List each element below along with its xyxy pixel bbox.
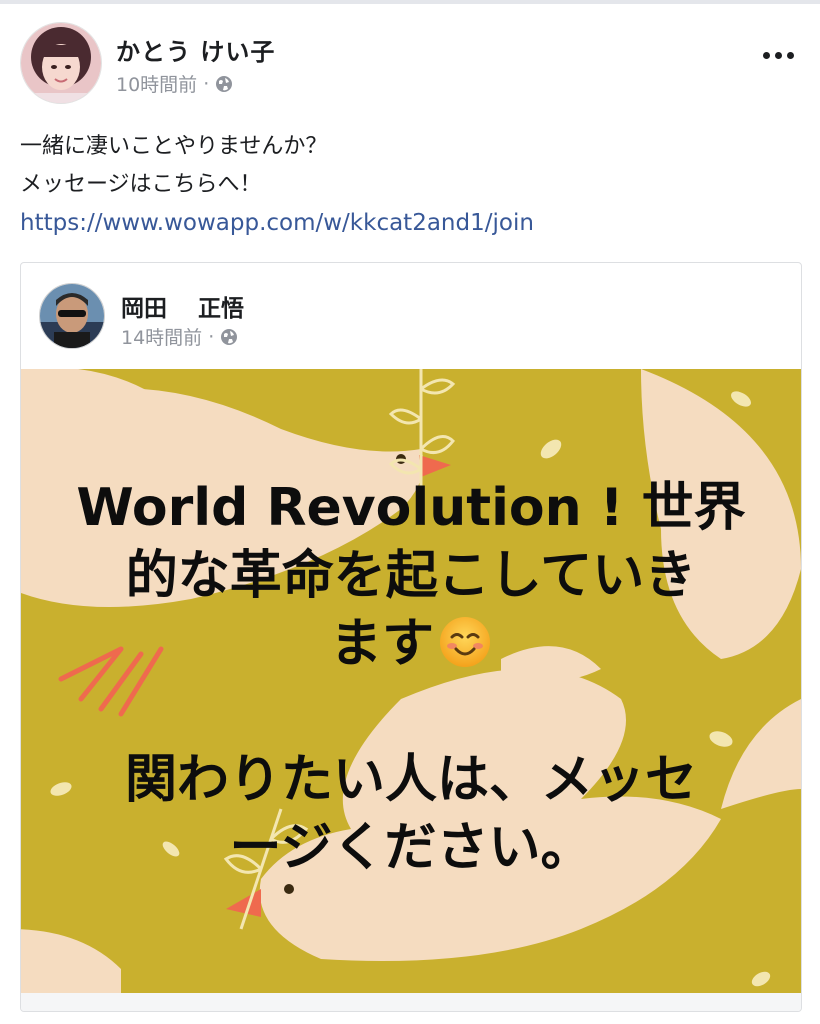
shared-post-image[interactable]: World Revolution ! 世界 的な革命を起こしていき ます 関わり… — [21, 369, 801, 993]
shared-author-name[interactable]: 岡田 正悟 — [121, 289, 244, 323]
post-text-line: 一緒に凄いことやりませんか？ — [20, 134, 328, 159]
post-meta: 10時間前 · — [116, 70, 233, 97]
shared-post-time[interactable]: 14時間前 — [121, 323, 202, 350]
post-text: 一緒に凄いことやりませんか？ メッセージはこちらへ！ — [20, 128, 327, 204]
image-text-line: 的な革命を起こしていき — [125, 546, 697, 606]
image-text-line: 関わりたい人は、メッセ — [124, 750, 697, 810]
post-time[interactable]: 10時間前 — [116, 70, 197, 97]
image-text-line: ージください。 — [229, 818, 593, 878]
shared-author-avatar[interactable] — [39, 283, 105, 349]
image-text-line: World Revolution ! 世界 — [76, 478, 746, 538]
smiling-face-emoji-icon — [440, 617, 490, 667]
author-avatar[interactable] — [20, 22, 102, 104]
author-name[interactable]: かとう けい子 — [116, 32, 275, 67]
globe-icon — [216, 75, 233, 92]
post-link[interactable]: https://www.wowapp.com/w/kkcat2and1/join — [20, 210, 534, 236]
globe-icon — [221, 328, 238, 345]
feed-post: かとう けい子 10時間前 · 一緒に凄いことやりませんか？ メッセージはこちら… — [0, 0, 820, 1024]
shared-card-footer — [21, 993, 801, 1011]
image-text-line-with-emoji: ます — [51, 610, 771, 678]
shared-post-meta: 14時間前 · — [121, 323, 238, 350]
image-caption-text: World Revolution ! 世界 的な革命を起こしていき ます 関わり… — [51, 474, 771, 882]
image-text-line: ます — [329, 614, 434, 674]
image-text-blank-line — [51, 678, 771, 746]
meta-separator: · — [203, 72, 210, 95]
post-text-line: メッセージはこちらへ！ — [20, 172, 262, 197]
shared-post-card[interactable]: 岡田 正悟 14時間前 · World Revolution ! 世界 的な革命… — [20, 262, 802, 1012]
more-options-icon[interactable] — [756, 40, 800, 70]
meta-separator: · — [208, 325, 215, 348]
